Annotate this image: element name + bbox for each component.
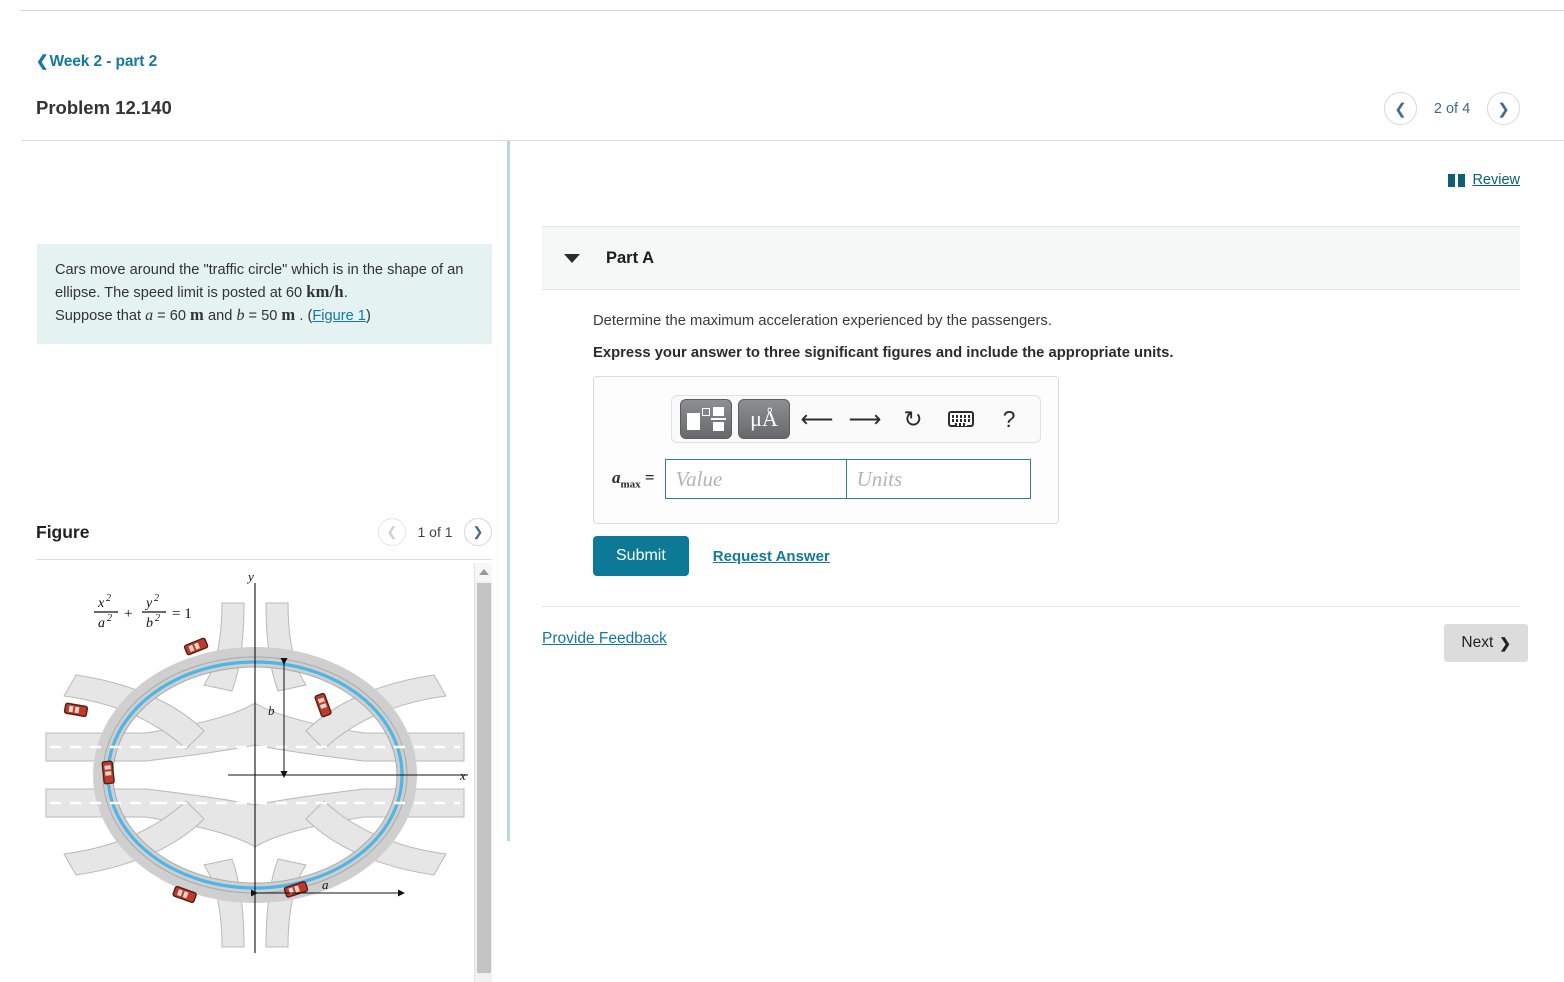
triangle-up-icon	[478, 569, 489, 575]
help-button[interactable]: ?	[988, 399, 1030, 439]
svg-text:y: y	[144, 596, 153, 611]
problem-prev-button[interactable]: ❮	[1384, 92, 1417, 125]
figure-title: Figure	[36, 521, 90, 542]
instruction-text: Express your answer to three significant…	[593, 345, 1174, 361]
scrollbar-up-button[interactable]	[475, 563, 492, 581]
svg-text:y: y	[246, 569, 254, 584]
svg-text:b: b	[268, 703, 275, 718]
page-title: Problem 12.140	[36, 97, 172, 118]
answer-toolbar: μÅ ⟵ ⟶ ↻ ?	[671, 395, 1041, 443]
answer-var: a	[612, 467, 621, 487]
statement-line-3-pre: Suppose that	[55, 308, 142, 324]
answer-row: amax =	[612, 459, 1031, 499]
submit-row: Submit Request Answer	[593, 536, 830, 576]
math-template-button[interactable]	[680, 399, 732, 439]
svg-text:+: +	[124, 606, 132, 622]
svg-text:2: 2	[107, 613, 112, 624]
request-answer-link[interactable]: Request Answer	[713, 548, 830, 565]
figure-pane: y x b a x2 a2 + y2 b2 = 1	[36, 563, 492, 982]
statement-eq-2: = 50	[248, 308, 278, 324]
figure-pager-label: 1 of 1	[417, 524, 453, 540]
svg-text:a: a	[98, 616, 105, 631]
scrollbar-thumb[interactable]	[477, 583, 491, 973]
figure-next-button[interactable]: ❯	[464, 518, 492, 546]
chevron-left-icon: ❮	[386, 524, 398, 539]
part-a-label: Part A	[606, 248, 654, 267]
redo-button[interactable]: ⟶	[844, 399, 886, 439]
right-panel: Review Part A Determine the maximum acce…	[510, 141, 1564, 841]
provide-feedback-link[interactable]: Provide Feedback	[542, 630, 667, 648]
units-icon-label: μÅ	[750, 406, 778, 431]
breadcrumb-back-link[interactable]: ❮Week 2 - part 2	[36, 52, 157, 71]
answer-var-subscript: max	[620, 478, 641, 491]
svg-text:x: x	[459, 768, 466, 783]
svg-text:x: x	[97, 596, 105, 611]
review-label: Review	[1472, 172, 1520, 188]
next-button[interactable]: Next ❯	[1444, 624, 1528, 662]
figure-scrollbar[interactable]	[474, 563, 492, 982]
answer-entry-box: μÅ ⟵ ⟶ ↻ ? amax =	[593, 376, 1059, 524]
variable-a: a	[145, 307, 154, 324]
figure-divider	[36, 559, 492, 560]
svg-text:b: b	[146, 616, 153, 631]
redo-arrow-icon: ⟶	[848, 405, 882, 432]
svg-text:= 1: = 1	[172, 606, 192, 622]
problem-pager-label: 2 of 4	[1433, 100, 1471, 117]
problem-statement: Cars move around the "traffic circle" wh…	[37, 244, 492, 344]
keyboard-icon	[948, 411, 974, 427]
svg-text:2: 2	[154, 593, 159, 604]
svg-text:2: 2	[106, 593, 111, 604]
answer-variable-label: amax =	[612, 468, 655, 490]
problem-next-button[interactable]: ❯	[1487, 92, 1520, 125]
svg-text:a: a	[322, 877, 329, 892]
help-label: ?	[1002, 405, 1016, 432]
submit-button[interactable]: Submit	[593, 536, 689, 576]
chevron-left-icon: ❮	[1394, 100, 1407, 118]
figure-header: Figure ❮ 1 of 1 ❯	[36, 518, 492, 546]
left-panel: Cars move around the "traffic circle" wh…	[0, 141, 507, 982]
statement-period-1: .	[343, 285, 348, 301]
keyboard-button[interactable]	[940, 399, 982, 439]
chevron-left-icon: ❮	[36, 53, 49, 70]
speed-unit: km/h	[306, 282, 344, 301]
figure-image: y x b a x2 a2 + y2 b2 = 1	[36, 563, 474, 982]
statement-eq-1: = 60	[157, 308, 186, 324]
traffic-circle-ellipse-diagram: y x b a x2 a2 + y2 b2 = 1	[45, 569, 468, 953]
figure-prev-button[interactable]: ❮	[378, 518, 406, 546]
triangle-down-icon	[564, 253, 580, 263]
units-input[interactable]	[846, 459, 1031, 499]
book-icon	[1448, 173, 1466, 187]
reset-circular-arrow-icon: ↻	[903, 405, 923, 432]
part-a-header[interactable]: Part A	[542, 226, 1520, 290]
figure-1-link[interactable]: Figure 1	[312, 308, 366, 324]
statement-and: and	[208, 308, 233, 324]
breadcrumb-label: Week 2 - part 2	[49, 53, 158, 70]
reset-button[interactable]: ↻	[892, 399, 934, 439]
variable-b: b	[236, 307, 245, 324]
chevron-right-icon: ❯	[472, 524, 484, 539]
figure-pager: ❮ 1 of 1 ❯	[378, 518, 492, 546]
unit-meters-2: m	[281, 305, 296, 324]
unit-meters-1: m	[190, 305, 204, 324]
value-input[interactable]	[664, 459, 847, 499]
statement-period-2: . (	[299, 308, 313, 324]
statement-line-1: Cars move around the "traffic circle" wh…	[55, 262, 427, 278]
svg-text:2: 2	[155, 613, 160, 624]
undo-arrow-icon: ⟵	[800, 405, 834, 432]
footer-divider	[542, 606, 1520, 607]
next-label: Next	[1461, 634, 1494, 651]
question-text: Determine the maximum acceleration exper…	[593, 313, 1052, 329]
chevron-right-icon: ❯	[1499, 634, 1511, 651]
statement-close-paren: )	[365, 308, 371, 324]
units-button[interactable]: μÅ	[738, 399, 790, 439]
review-link[interactable]: Review	[1448, 172, 1520, 188]
problem-pager: ❮ 2 of 4 ❯	[1384, 92, 1520, 125]
page-header: ❮Week 2 - part 2 Problem 12.140 ❮ 2 of 4…	[0, 0, 1564, 141]
undo-button[interactable]: ⟵	[796, 399, 838, 439]
answer-equals: =	[644, 467, 655, 487]
math-template-icon	[686, 406, 726, 432]
chevron-right-icon: ❯	[1497, 100, 1510, 118]
